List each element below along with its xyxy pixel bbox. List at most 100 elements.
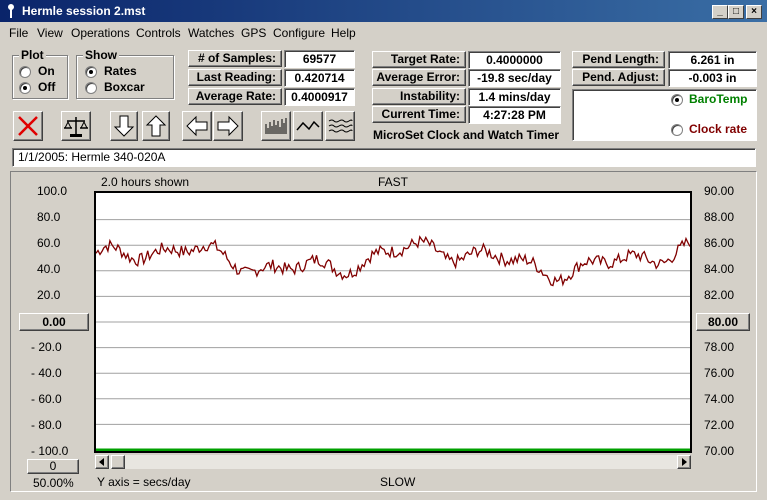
plot-on-radio[interactable]	[19, 66, 31, 78]
right-tick: 72.00	[704, 418, 735, 432]
current-time-value: 4:27:28 PM	[468, 106, 561, 124]
down-arrow-button[interactable]	[110, 111, 138, 141]
show-group-title: Show	[83, 48, 119, 62]
right-tick: 70.00	[704, 444, 735, 458]
description-field[interactable]: 1/1/2005: Hermle 340-020A	[12, 148, 756, 167]
menu-watches[interactable]: Watches	[188, 26, 234, 40]
current-time-label: Current Time:	[372, 106, 466, 123]
bar-view-button[interactable]	[261, 111, 291, 141]
average-rate-label: Average Rate:	[188, 88, 282, 105]
minimize-button[interactable]: _	[712, 5, 728, 19]
pend-adjust-value: -0.003 in	[668, 69, 757, 87]
close-button[interactable]: ×	[746, 5, 762, 19]
right-tick: 90.00	[704, 184, 735, 198]
plot-group: Plot On Off	[12, 48, 68, 99]
clock-rate-radio[interactable]	[671, 124, 683, 136]
sensor-panel: BaroTemp Clock rate	[572, 89, 757, 141]
hours-shown-label: 2.0 hours shown	[101, 175, 190, 189]
menu-gps[interactable]: GPS	[241, 26, 266, 40]
right-tick: 86.00	[704, 236, 735, 250]
calibrate-button[interactable]	[61, 111, 91, 141]
arrow-left-icon	[186, 115, 208, 137]
pend-length-label: Pend Length:	[572, 51, 665, 68]
balance-scale-icon	[64, 117, 88, 137]
arrow-right-icon	[217, 115, 239, 137]
triangle-right-icon	[682, 458, 687, 466]
app-name-label: MicroSet Clock and Watch Timer	[373, 128, 560, 142]
menu-file[interactable]: File	[9, 26, 28, 40]
plot-off-label: Off	[38, 80, 56, 94]
wave-graph-icon	[328, 119, 353, 133]
target-rate-label: Target Rate:	[372, 51, 466, 68]
menu-view[interactable]: View	[37, 26, 63, 40]
clock-rate-label: Clock rate	[689, 122, 748, 136]
right-tick: 74.00	[704, 392, 735, 406]
left-tick: 60.0	[37, 236, 61, 250]
right-tick: 88.00	[704, 210, 735, 224]
barotemp-label: BaroTemp	[689, 92, 748, 106]
menu-configure[interactable]: Configure	[273, 26, 325, 40]
left-tick: - 80.0	[31, 418, 62, 432]
left-center-button[interactable]: 0.00	[19, 313, 89, 331]
zoom-button[interactable]: 0	[27, 459, 79, 474]
scroll-right-button[interactable]	[677, 455, 691, 469]
scroll-left-button[interactable]	[95, 455, 109, 469]
right-tick: 82.00	[704, 288, 735, 302]
horizontal-scrollbar[interactable]	[94, 454, 692, 470]
right-tick: 78.00	[704, 340, 735, 354]
arrow-down-icon	[113, 115, 135, 137]
average-error-label: Average Error:	[372, 69, 466, 86]
menu-help[interactable]: Help	[331, 26, 356, 40]
bar-graph-icon	[265, 118, 287, 134]
left-tick: 40.0	[37, 262, 61, 276]
plot-area	[94, 191, 692, 453]
left-tick: - 20.0	[31, 340, 62, 354]
show-boxcar-label: Boxcar	[104, 80, 145, 94]
up-arrow-button[interactable]	[142, 111, 170, 141]
rate-chart	[95, 219, 691, 452]
show-rates-label: Rates	[104, 64, 137, 78]
maximize-button[interactable]: □	[728, 5, 744, 19]
left-tick: - 100.0	[31, 444, 69, 458]
target-rate-value: 0.4000000	[468, 51, 561, 69]
arrow-up-icon	[145, 115, 167, 137]
plot-on-label: On	[38, 64, 55, 78]
pend-length-value: 6.261 in	[668, 51, 757, 69]
y-axis-note: Y axis = secs/day	[97, 475, 191, 489]
last-reading-label: Last Reading:	[188, 69, 282, 86]
menu-bar: File View Operations Controls Watches GP…	[0, 22, 767, 42]
stop-button[interactable]	[13, 111, 43, 141]
show-rates-radio[interactable]	[85, 66, 97, 78]
show-group: Show Rates Boxcar	[76, 48, 174, 99]
average-rate-value: 0.4000917	[284, 88, 355, 106]
show-boxcar-radio[interactable]	[85, 82, 97, 94]
right-arrow-button[interactable]	[213, 111, 243, 141]
zoom-percent: 50.00%	[33, 476, 74, 490]
menu-operations[interactable]: Operations	[71, 26, 130, 40]
red-x-icon	[18, 116, 38, 136]
right-tick: 84.00	[704, 262, 735, 276]
left-arrow-button[interactable]	[182, 111, 212, 141]
plot-off-radio[interactable]	[19, 82, 31, 94]
rate-series-line	[95, 235, 691, 287]
barotemp-radio[interactable]	[671, 94, 683, 106]
pend-adjust-label: Pend. Adjust:	[572, 69, 665, 86]
title-bar: Hermle session 2.mst _ □ ×	[0, 0, 767, 22]
fast-label: FAST	[378, 175, 409, 189]
average-error-value: -19.8 sec/day	[468, 69, 561, 87]
scroll-thumb[interactable]	[111, 455, 125, 469]
instability-value: 1.4 mins/day	[468, 88, 561, 106]
menu-controls[interactable]: Controls	[136, 26, 181, 40]
line-view-button[interactable]	[293, 111, 323, 141]
left-tick: 100.0	[37, 184, 68, 198]
app-icon	[8, 4, 14, 18]
samples-label: # of Samples:	[188, 50, 282, 67]
samples-value: 69577	[284, 50, 355, 68]
line-graph-icon	[296, 120, 320, 131]
left-tick: - 60.0	[31, 392, 62, 406]
right-center-button[interactable]: 80.00	[696, 313, 750, 331]
plot-group-title: Plot	[19, 48, 46, 62]
wave-view-button[interactable]	[325, 111, 355, 141]
right-tick: 76.00	[704, 366, 735, 380]
slow-label: SLOW	[380, 475, 416, 489]
